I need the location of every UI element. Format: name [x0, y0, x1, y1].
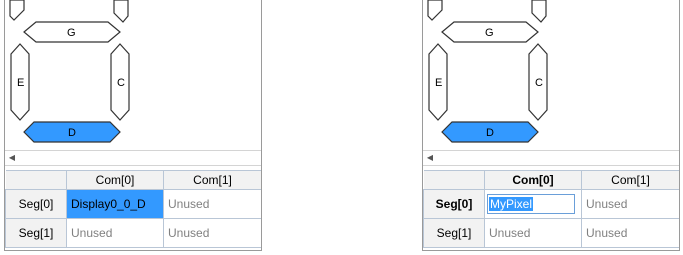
grid-cell-selected[interactable]: Display0_0_D: [66, 189, 164, 219]
grid-cell[interactable]: Unused: [581, 189, 679, 219]
grid-header-row: Com[0] Com[1]: [5, 170, 261, 190]
segment-f[interactable]: [427, 0, 443, 21]
column-header: Com[0]: [484, 170, 582, 190]
seven-segment-display: G E C D: [423, 0, 679, 146]
scroll-left-arrow-icon[interactable]: ◀: [7, 152, 17, 164]
segment-e-label: E: [17, 77, 25, 89]
grid-header-row: Com[0] Com[1]: [423, 170, 679, 190]
lcd-editor-panel-left: G E C D ◀ Com[0] Com[1] Seg[0] Display0_…: [4, 0, 262, 251]
horizontal-scrollbar[interactable]: ◀: [5, 150, 261, 166]
segment-g-label: G: [67, 27, 76, 39]
horizontal-scrollbar[interactable]: ◀: [423, 150, 679, 166]
segment-e-label: E: [435, 77, 443, 89]
column-header: Com[1]: [581, 170, 679, 190]
row-header: Seg[0]: [423, 189, 485, 219]
grid-cell[interactable]: Unused: [163, 218, 261, 248]
segment-d-label: D: [486, 127, 494, 139]
grid-cell[interactable]: Unused: [163, 189, 261, 219]
cell-edit-input[interactable]: MyPixel: [487, 194, 575, 214]
segment-b[interactable]: [113, 0, 129, 23]
grid-cell-editing[interactable]: MyPixel: [484, 189, 582, 219]
segment-d-label: D: [68, 127, 76, 139]
pixel-mapping-grid: Com[0] Com[1] Seg[0] MyPixel Unused Seg[…: [423, 170, 679, 248]
table-row: Seg[0] MyPixel Unused: [423, 189, 679, 219]
column-header: Com[0]: [66, 170, 164, 190]
table-row: Seg[0] Display0_0_D Unused: [5, 189, 261, 219]
cell-edit-text[interactable]: MyPixel: [489, 197, 534, 211]
segment-b[interactable]: [531, 0, 547, 23]
row-header: Seg[1]: [5, 218, 67, 248]
segment-c-label: C: [535, 77, 543, 89]
column-header: Com[1]: [163, 170, 261, 190]
grid-cell[interactable]: Unused: [66, 218, 164, 248]
row-header: Seg[0]: [5, 189, 67, 219]
grid-corner: [5, 170, 67, 190]
row-header: Seg[1]: [423, 218, 485, 248]
segment-f[interactable]: [9, 0, 25, 21]
grid-corner: [423, 170, 485, 190]
seven-segment-display: G E C D: [5, 0, 261, 146]
scroll-left-arrow-icon[interactable]: ◀: [425, 152, 435, 164]
segment-c-label: C: [117, 77, 125, 89]
segment-g-label: G: [485, 27, 494, 39]
pixel-mapping-grid: Com[0] Com[1] Seg[0] Display0_0_D Unused…: [5, 170, 261, 248]
table-row: Seg[1] Unused Unused: [423, 218, 679, 248]
grid-cell[interactable]: Unused: [581, 218, 679, 248]
grid-cell[interactable]: Unused: [484, 218, 582, 248]
table-row: Seg[1] Unused Unused: [5, 218, 261, 248]
lcd-editor-panel-right: G E C D ◀ Com[0] Com[1] Seg[0] MyPixel U…: [422, 0, 680, 251]
